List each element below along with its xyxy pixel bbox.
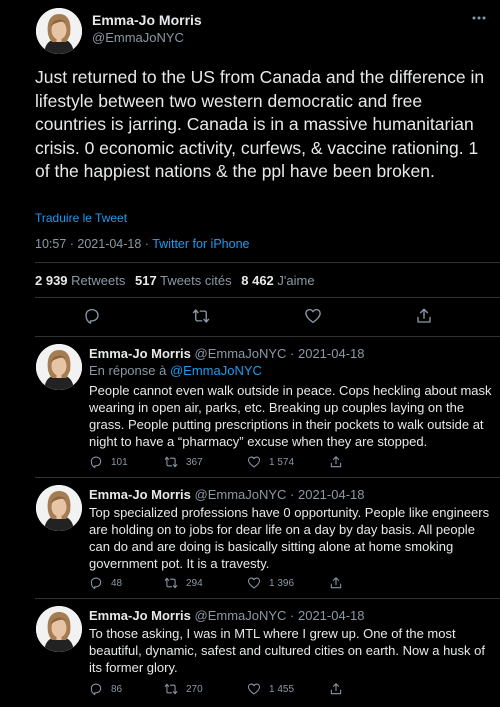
replying-to-handle[interactable]: @EmmaJoNYC bbox=[170, 363, 262, 378]
heart-icon bbox=[247, 682, 261, 696]
avatar[interactable] bbox=[36, 8, 82, 54]
author-handle[interactable]: @EmmaJoNYC · 2021-04-18 bbox=[195, 346, 365, 361]
author-name[interactable]: Emma-Jo Morris bbox=[89, 346, 191, 361]
reply-text: People cannot even walk outside in peace… bbox=[89, 383, 492, 449]
author-name[interactable]: Emma-Jo Morris bbox=[89, 487, 191, 502]
more-icon[interactable] bbox=[471, 10, 487, 26]
divider bbox=[35, 598, 500, 599]
retweet-icon bbox=[164, 455, 178, 469]
avatar[interactable] bbox=[36, 485, 82, 531]
author-name[interactable]: Emma-Jo Morris bbox=[92, 12, 202, 28]
reply-count[interactable]: 86 bbox=[89, 682, 122, 696]
quotes-stat[interactable]: 517 Tweets cités bbox=[135, 273, 232, 288]
reply-count[interactable]: 48 bbox=[89, 576, 122, 590]
retweet-icon bbox=[164, 682, 178, 696]
reply-count[interactable]: 101 bbox=[89, 455, 128, 469]
reply-text: To those asking, I was in MTL where I gr… bbox=[89, 626, 485, 675]
like-count[interactable]: 1 455 bbox=[247, 682, 294, 696]
reply-icon bbox=[89, 682, 103, 696]
tweet-text: Just returned to the US from Canada and … bbox=[35, 67, 485, 181]
author-name[interactable]: Emma-Jo Morris bbox=[89, 608, 191, 623]
tweet-actions bbox=[35, 307, 500, 329]
reply-actions: 101 367 1 574 bbox=[89, 455, 359, 471]
author-handle[interactable]: @EmmaJoNYC · 2021-04-18 bbox=[195, 487, 365, 502]
reply-icon bbox=[89, 455, 103, 469]
reply-icon[interactable] bbox=[83, 307, 101, 325]
reply-header: Emma-Jo Morris @EmmaJoNYC · 2021-04-18 bbox=[89, 608, 364, 623]
heart-icon bbox=[247, 576, 261, 590]
share-icon[interactable] bbox=[329, 576, 351, 590]
reply-header: Emma-Jo Morris @EmmaJoNYC · 2021-04-18 bbox=[89, 346, 364, 361]
heart-icon bbox=[247, 455, 261, 469]
share-icon[interactable] bbox=[415, 307, 433, 325]
tweet-source[interactable]: Twitter for iPhone bbox=[152, 237, 249, 251]
author-handle[interactable]: @EmmaJoNYC · 2021-04-18 bbox=[195, 608, 365, 623]
retweet-count[interactable]: 270 bbox=[164, 682, 203, 696]
tweet-timestamp[interactable]: 10:57 · 2021-04-18 · bbox=[35, 237, 152, 251]
reply-text: Top specialized professions have 0 oppor… bbox=[89, 505, 490, 571]
reply-header: Emma-Jo Morris @EmmaJoNYC · 2021-04-18 bbox=[89, 487, 364, 502]
avatar[interactable] bbox=[36, 606, 82, 652]
likes-stat[interactable]: 8 462 J'aime bbox=[241, 273, 314, 288]
divider bbox=[35, 262, 500, 263]
like-count[interactable]: 1 574 bbox=[247, 455, 294, 469]
retweet-count[interactable]: 294 bbox=[164, 576, 203, 590]
like-count[interactable]: 1 396 bbox=[247, 576, 294, 590]
tweet-meta: 10:57 · 2021-04-18 · Twitter for iPhone bbox=[35, 237, 249, 251]
retweet-count[interactable]: 367 bbox=[164, 455, 203, 469]
divider bbox=[35, 336, 500, 337]
share-icon[interactable] bbox=[329, 455, 351, 469]
share-icon[interactable] bbox=[329, 682, 351, 696]
reply-actions: 48 294 1 396 bbox=[89, 576, 359, 592]
retweets-stat[interactable]: 2 939 Retweets bbox=[35, 273, 125, 288]
retweet-icon[interactable] bbox=[192, 307, 210, 325]
translate-link[interactable]: Traduire le Tweet bbox=[35, 211, 127, 225]
author-handle[interactable]: @EmmaJoNYC bbox=[92, 30, 184, 45]
retweet-icon bbox=[164, 576, 178, 590]
divider bbox=[35, 297, 500, 298]
avatar[interactable] bbox=[36, 344, 82, 390]
replying-to: En réponse à @EmmaJoNYC bbox=[89, 363, 262, 378]
divider bbox=[35, 477, 500, 478]
heart-icon[interactable] bbox=[304, 307, 322, 325]
reply-actions: 86 270 1 455 bbox=[89, 682, 359, 698]
tweet-stats: 2 939 Retweets 517 Tweets cités 8 462 J'… bbox=[35, 273, 315, 288]
reply-icon bbox=[89, 576, 103, 590]
